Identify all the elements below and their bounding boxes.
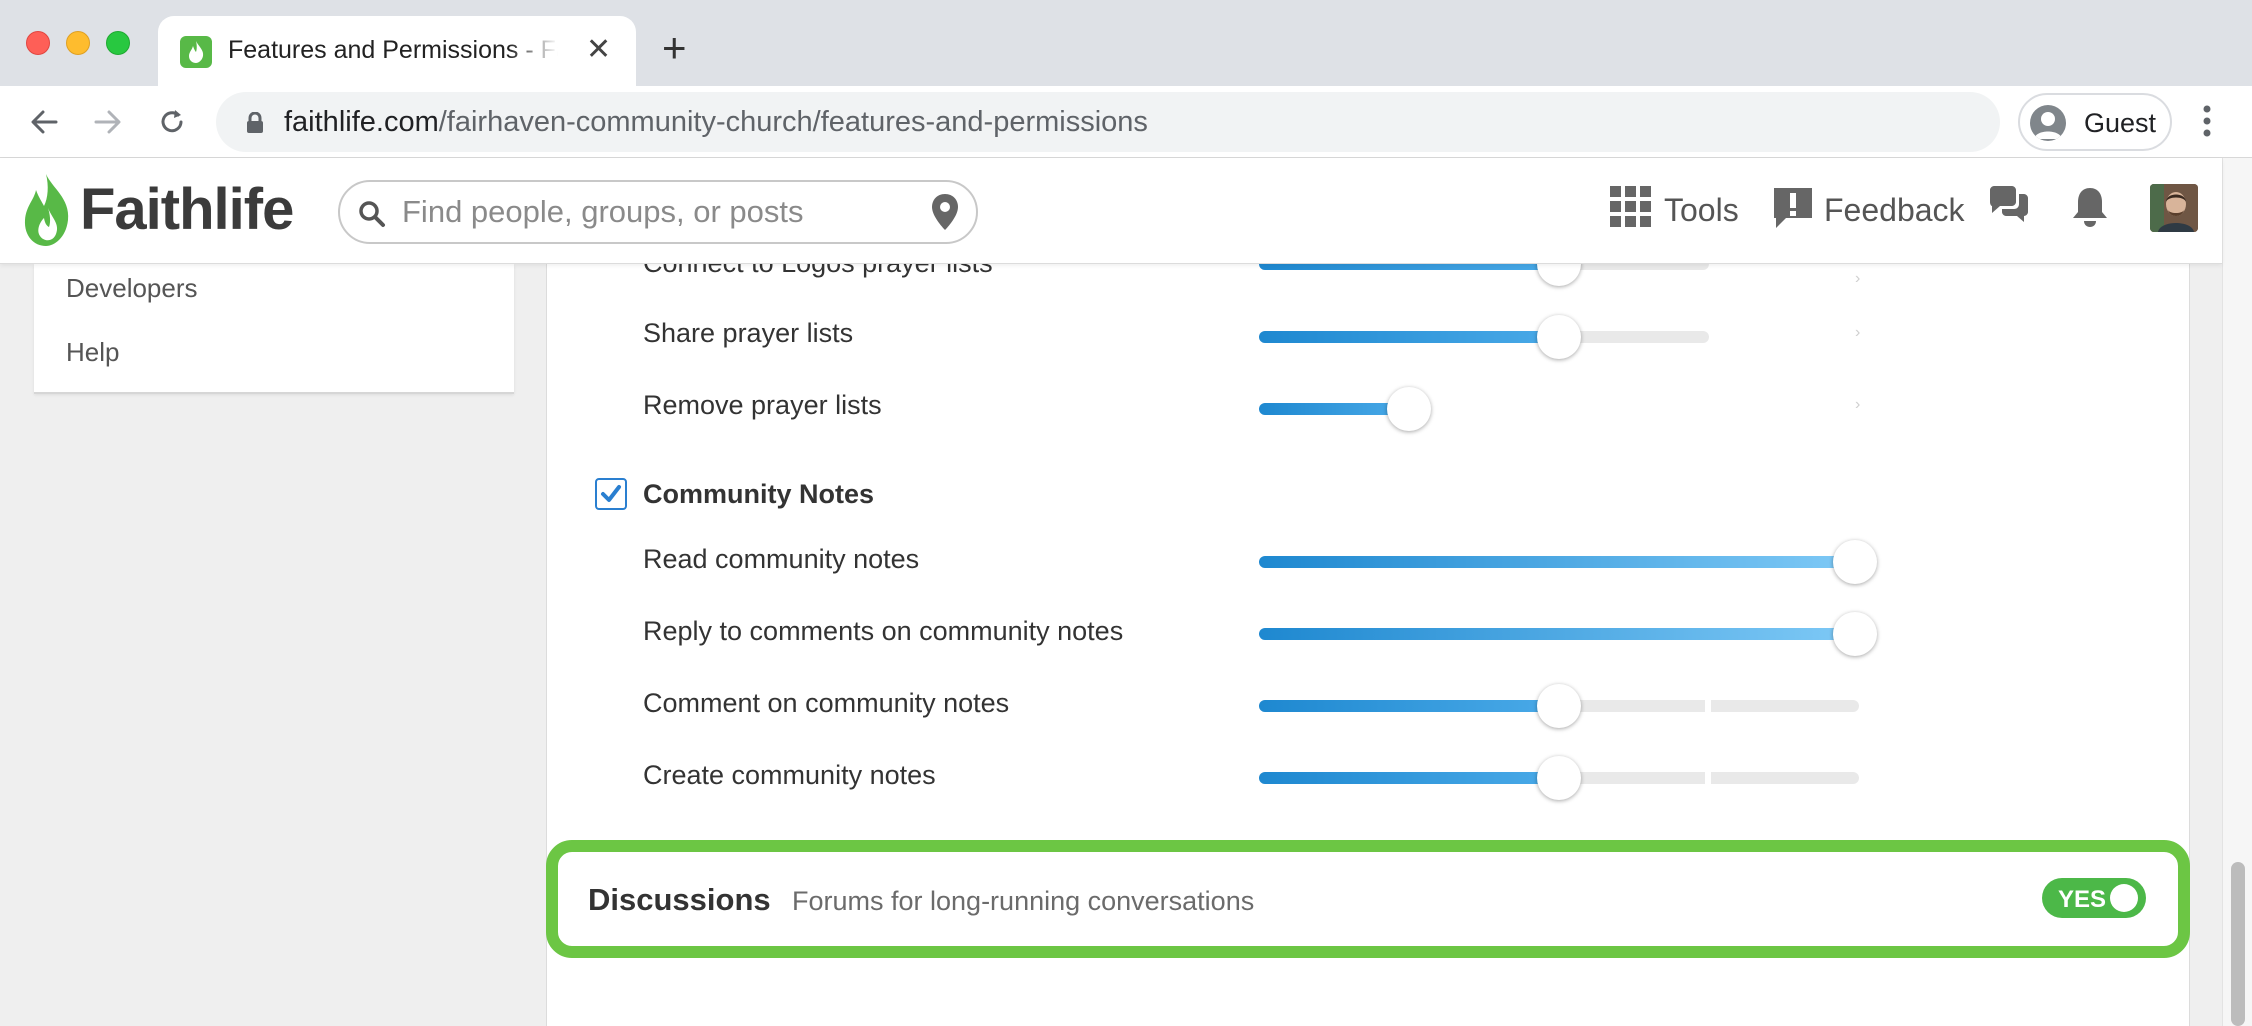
- slider-handle[interactable]: [1387, 387, 1431, 431]
- url-text: faithlife.com/fairhaven-community-church…: [284, 106, 1148, 138]
- community-notes-checkbox[interactable]: [595, 478, 627, 510]
- slider-handle[interactable]: [1537, 684, 1581, 728]
- permission-label: Share prayer lists: [643, 318, 854, 348]
- tools-menu[interactable]: Tools: [1610, 186, 1740, 234]
- chevron-right-icon: ›: [1855, 396, 1861, 413]
- slider-handle[interactable]: [1537, 756, 1581, 800]
- tools-label: Tools: [1664, 192, 1739, 228]
- permission-label: Read community notes: [643, 544, 920, 574]
- grid-icon: [1610, 186, 1651, 227]
- site-search-box[interactable]: [338, 180, 978, 244]
- profile-button[interactable]: Guest: [2018, 93, 2172, 151]
- permission-label: Create community notes: [643, 760, 936, 790]
- settings-sidebar: Developers Help: [34, 264, 514, 394]
- site-header: Faithlife Tools Feedback: [0, 158, 2222, 264]
- permission-label: Comment on community notes: [643, 688, 1010, 718]
- tab-title: Features and Permissions - Faithlife: [228, 36, 558, 64]
- chevron-right-icon: ›: [1855, 270, 1861, 287]
- sidebar-item-help[interactable]: Help: [66, 337, 119, 368]
- community-notes-title: Community Notes: [643, 479, 875, 509]
- maximize-window-button[interactable]: [106, 31, 130, 55]
- tab-close-icon[interactable]: ✕: [586, 34, 611, 66]
- address-bar[interactable]: faithlife.com/fairhaven-community-church…: [216, 92, 2000, 152]
- permission-slider[interactable]: [1259, 756, 1869, 800]
- page-scrollbar[interactable]: [2222, 158, 2252, 1026]
- browser-toolbar: faithlife.com/fairhaven-community-church…: [0, 86, 2252, 158]
- messages-icon[interactable]: [1988, 186, 2030, 234]
- discussions-title: Discussions: [588, 882, 771, 917]
- slider-handle[interactable]: [1537, 315, 1581, 359]
- sidebar-item-developers[interactable]: Developers: [66, 273, 198, 304]
- lock-icon: [246, 111, 264, 139]
- browser-tab-strip: Features and Permissions - Faithlife ✕ +: [0, 0, 2252, 86]
- permission-slider[interactable]: [1259, 612, 1877, 656]
- discussions-feature-row: Discussions Forums for long-running conv…: [546, 840, 2190, 958]
- feedback-icon: [1774, 188, 1812, 228]
- permission-slider[interactable]: [1259, 540, 1877, 584]
- profile-avatar-icon: [2030, 105, 2066, 141]
- toggle-label: YES: [2058, 886, 2107, 913]
- search-icon: [359, 201, 385, 227]
- discussions-description: Forums for long-running conversations: [792, 886, 1255, 916]
- discussions-toggle[interactable]: YES: [2042, 878, 2146, 918]
- reload-icon[interactable]: [150, 100, 194, 144]
- faithlife-logo-icon[interactable]: [22, 172, 74, 253]
- permission-slider[interactable]: [1259, 315, 1869, 359]
- slider-handle[interactable]: [1833, 540, 1877, 584]
- minimize-window-button[interactable]: [66, 31, 90, 55]
- toggle-knob: [2110, 884, 2138, 912]
- chevron-right-icon: ›: [1855, 324, 1861, 341]
- permission-slider[interactable]: [1259, 387, 1869, 431]
- permission-label: Remove prayer lists: [643, 390, 882, 420]
- user-avatar[interactable]: [2150, 184, 2198, 232]
- feedback-label: Feedback: [1824, 192, 1965, 228]
- faithlife-favicon-icon: [180, 36, 212, 68]
- new-tab-button[interactable]: +: [662, 24, 687, 72]
- back-arrow-icon[interactable]: [22, 100, 66, 144]
- close-window-button[interactable]: [26, 31, 50, 55]
- site-search-input[interactable]: [402, 192, 902, 232]
- permission-slider[interactable]: [1259, 684, 1869, 728]
- slider-handle[interactable]: [1833, 612, 1877, 656]
- browser-menu-icon[interactable]: [2202, 104, 2212, 143]
- notifications-bell-icon[interactable]: [2070, 186, 2110, 234]
- profile-label: Guest: [2084, 108, 2157, 138]
- site-logo-text[interactable]: Faithlife: [80, 176, 294, 243]
- feedback-menu[interactable]: Feedback: [1772, 186, 1965, 234]
- permission-label: Reply to comments on community notes: [643, 616, 1124, 646]
- location-pin-icon[interactable]: [930, 192, 960, 232]
- forward-arrow-icon[interactable]: [86, 100, 130, 144]
- browser-tab[interactable]: Features and Permissions - Faithlife ✕: [158, 16, 636, 86]
- scrollbar-thumb[interactable]: [2231, 862, 2245, 1026]
